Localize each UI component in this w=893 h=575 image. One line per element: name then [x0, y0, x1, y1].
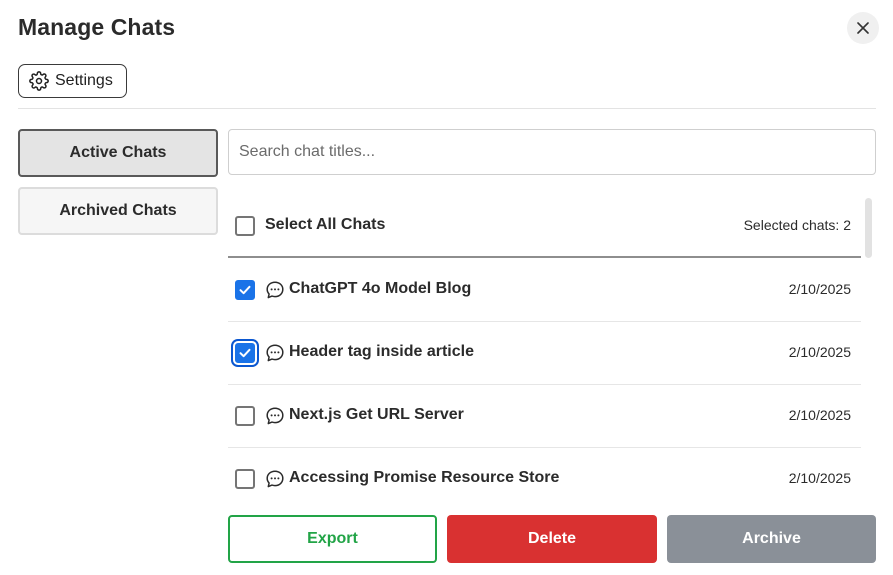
header-divider [18, 108, 876, 109]
tab-archived-chats-label: Archived Chats [59, 202, 177, 219]
delete-button[interactable]: Delete [447, 515, 657, 563]
dialog-title: Manage Chats [18, 14, 176, 40]
list-scrollbar[interactable] [865, 198, 872, 258]
chat-date: 2/10/2025 [788, 470, 851, 486]
delete-button-label: Delete [527, 530, 577, 547]
archive-button[interactable]: Archive [667, 515, 876, 563]
tab-active-chats-label: Active Chats [69, 144, 167, 161]
list-item[interactable]: Accessing Promise Resource Store 2/10/20… [228, 448, 861, 494]
select-all-label: Select All Chats [265, 216, 386, 233]
chat-bubble-icon [266, 407, 284, 425]
list-item[interactable]: ChatGPT 4o Model Blog 2/10/2025 [228, 259, 861, 322]
tab-archived-chats[interactable]: Archived Chats [18, 187, 218, 235]
chat-title: Header tag inside article [289, 343, 474, 360]
chat-date: 2/10/2025 [788, 281, 851, 297]
chat-checkbox[interactable] [235, 469, 255, 489]
tab-active-chats[interactable]: Active Chats [18, 129, 218, 177]
chat-title: Next.js Get URL Server [289, 406, 464, 423]
chat-bubble-icon [266, 470, 284, 488]
chat-checkbox[interactable] [235, 343, 255, 363]
export-button-label: Export [307, 530, 358, 547]
select-all-row: Select All Chats Selected chats: 2 [228, 196, 861, 258]
chat-date: 2/10/2025 [788, 344, 851, 360]
chat-checkbox[interactable] [235, 280, 255, 300]
search-input[interactable] [228, 129, 876, 175]
chat-bubble-icon [266, 281, 284, 299]
list-item[interactable]: Header tag inside article 2/10/2025 [228, 322, 861, 385]
manage-chats-dialog: Manage Chats Settings Active Chats Archi… [0, 0, 893, 575]
settings-button[interactable]: Settings [18, 64, 127, 98]
gear-icon [29, 71, 49, 91]
close-button[interactable] [847, 12, 879, 44]
close-icon [857, 22, 869, 34]
export-button[interactable]: Export [228, 515, 437, 563]
settings-label: Settings [55, 72, 113, 89]
chat-title: ChatGPT 4o Model Blog [289, 280, 472, 297]
chat-bubble-icon [266, 344, 284, 362]
selected-count: Selected chats: 2 [743, 217, 851, 233]
archive-button-label: Archive [742, 530, 801, 547]
chat-title: Accessing Promise Resource Store [289, 469, 560, 486]
chat-date: 2/10/2025 [788, 407, 851, 423]
list-item[interactable]: Next.js Get URL Server 2/10/2025 [228, 385, 861, 448]
checkmark-icon [239, 285, 251, 295]
checkmark-icon [239, 348, 251, 358]
chat-checkbox[interactable] [235, 406, 255, 426]
select-all-checkbox[interactable] [235, 216, 255, 236]
chat-list[interactable]: Select All Chats Selected chats: 2 ChatG… [228, 196, 862, 494]
